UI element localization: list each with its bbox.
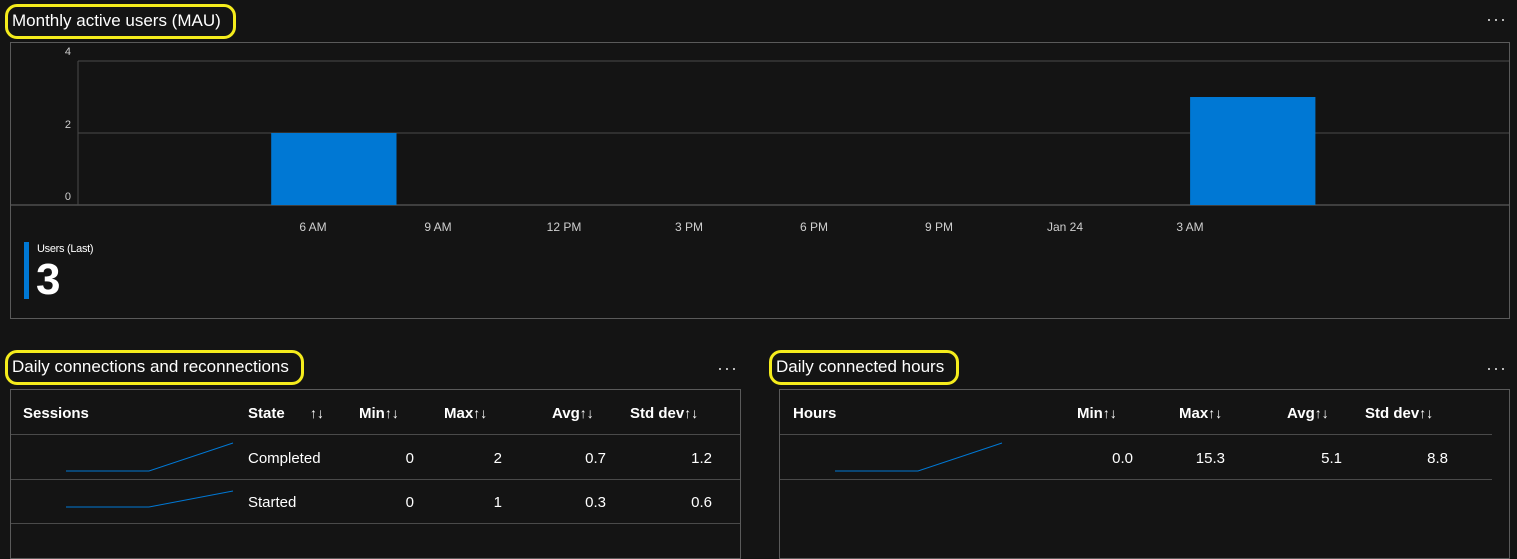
ellipsis-icon[interactable]: ··· <box>1486 359 1507 377</box>
legend-label: Users (Last) <box>37 243 94 255</box>
col-header-std-label: Std dev <box>1365 405 1420 422</box>
mau-chart <box>11 60 1509 206</box>
sort-icon[interactable]: ↑↓ <box>473 405 487 421</box>
y-tick: 0 <box>64 191 71 203</box>
cell-min: 0 <box>405 450 414 467</box>
divider <box>780 479 1492 480</box>
sort-icon[interactable]: ↑↓ <box>580 405 594 421</box>
col-header-max-label: Max <box>1179 405 1209 422</box>
col-header-avg-label: Avg <box>552 405 580 422</box>
cell-max: 1 <box>493 494 502 511</box>
ellipsis-icon[interactable]: ··· <box>1486 10 1507 28</box>
sort-icon[interactable]: ↑↓ <box>310 405 324 421</box>
mau-bar[interactable] <box>271 133 397 205</box>
sort-icon[interactable]: ↑↓ <box>684 405 698 421</box>
ellipsis-icon[interactable]: ··· <box>717 359 738 377</box>
col-header-hours[interactable]: Hours <box>793 405 836 422</box>
col-header-state[interactable]: State <box>248 405 285 422</box>
hours-panel: Hours Min↑↓ Max↑↓ Avg↑↓ Std dev↑↓ 0.0 15… <box>779 389 1510 559</box>
table-row[interactable]: Started 0 1 0.3 0.6 <box>11 480 740 524</box>
cell-std: 1.2 <box>691 450 712 467</box>
connections-panel: Sessions State ↑↓ Min↑↓ Max↑↓ Avg↑↓ Std … <box>10 389 741 559</box>
sparkline <box>835 442 1003 472</box>
col-header-max-label: Max <box>444 405 474 422</box>
y-tick: 4 <box>64 46 71 58</box>
col-header-std[interactable]: Std dev↑↓ <box>630 405 698 422</box>
sparkline <box>66 490 234 508</box>
x-tick: Jan 24 <box>1046 220 1084 234</box>
y-tick: 2 <box>64 119 71 131</box>
col-header-avg-label: Avg <box>1287 405 1315 422</box>
sort-icon[interactable]: ↑↓ <box>1208 405 1222 421</box>
cell-max: 2 <box>493 450 502 467</box>
mau-title: Monthly active users (MAU) <box>5 4 236 39</box>
legend-value: 3 <box>36 255 61 304</box>
cell-state: Completed <box>248 450 321 467</box>
cell-avg: 0.3 <box>585 494 606 511</box>
x-tick: 12 PM <box>546 220 582 234</box>
x-tick: 6 PM <box>799 220 829 234</box>
cell-avg: 5.1 <box>1321 450 1342 467</box>
x-tick: 9 AM <box>424 220 452 234</box>
cell-min: 0.0 <box>1112 450 1133 467</box>
col-header-min[interactable]: Min↑↓ <box>1077 405 1117 422</box>
x-tick: 9 PM <box>924 220 954 234</box>
col-header-avg[interactable]: Avg↑↓ <box>552 405 594 422</box>
divider <box>11 523 740 524</box>
cell-std: 8.8 <box>1427 450 1448 467</box>
sort-icon[interactable]: ↑↓ <box>1103 405 1117 421</box>
sparkline <box>66 442 234 472</box>
mau-panel: 4 2 0 6 AM 9 AM 12 PM 3 PM 6 PM 9 PM Jan… <box>10 42 1510 319</box>
sort-icon[interactable]: ↑↓ <box>1419 405 1433 421</box>
col-header-min-label: Min <box>359 405 385 422</box>
col-header-min-label: Min <box>1077 405 1103 422</box>
table-row[interactable]: 0.0 15.3 5.1 8.8 <box>780 435 1492 479</box>
col-header-sessions[interactable]: Sessions <box>23 405 89 422</box>
col-header-max[interactable]: Max↑↓ <box>1179 405 1222 422</box>
legend-color-bar <box>24 242 29 299</box>
col-header-std[interactable]: Std dev↑↓ <box>1365 405 1433 422</box>
col-header-max[interactable]: Max↑↓ <box>444 405 487 422</box>
sparkline-line <box>66 442 234 472</box>
cell-std: 0.6 <box>691 494 712 511</box>
cell-max: 15.3 <box>1195 450 1225 467</box>
table-row[interactable]: Completed 0 2 0.7 1.2 <box>11 435 740 479</box>
cell-avg: 0.7 <box>585 450 606 467</box>
cell-state: Started <box>248 494 297 511</box>
col-header-avg[interactable]: Avg↑↓ <box>1287 405 1329 422</box>
sparkline-line <box>835 442 1003 472</box>
cell-min: 0 <box>405 494 414 511</box>
sort-icon[interactable]: ↑↓ <box>385 405 399 421</box>
x-tick: 6 AM <box>299 220 327 234</box>
hours-title: Daily connected hours <box>769 350 960 385</box>
sparkline-line <box>66 490 234 508</box>
mau-bar[interactable] <box>1190 97 1316 205</box>
sort-icon[interactable]: ↑↓ <box>1315 405 1329 421</box>
x-tick: 3 AM <box>1176 220 1204 234</box>
connections-title: Daily connections and reconnections <box>5 350 304 385</box>
col-header-min[interactable]: Min↑↓ <box>359 405 399 422</box>
col-header-std-label: Std dev <box>630 405 685 422</box>
x-tick: 3 PM <box>674 220 704 234</box>
